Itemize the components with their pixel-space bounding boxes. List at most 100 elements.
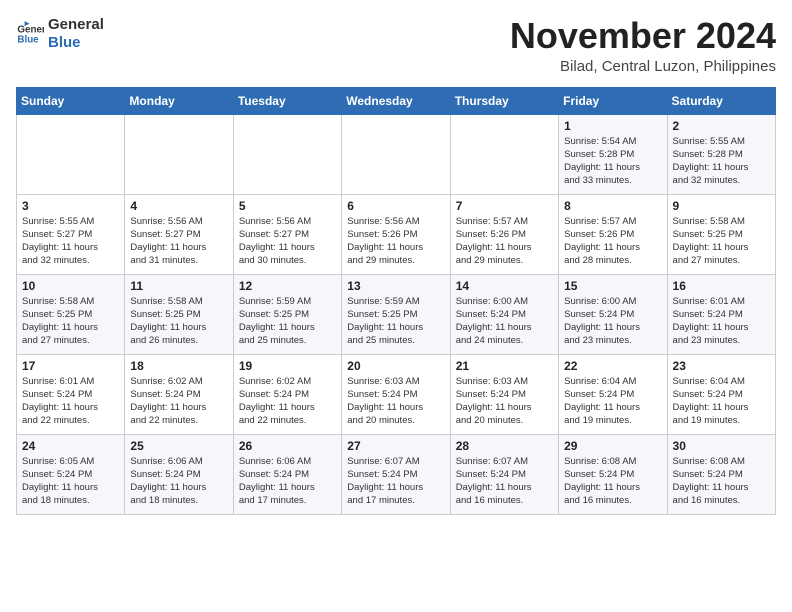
calendar-cell: 7 Sunrise: 5:57 AM Sunset: 5:26 PM Daylig… (450, 194, 558, 274)
day-info: Sunrise: 6:00 AM Sunset: 5:24 PM Dayligh… (456, 295, 553, 348)
day-number: 25 (130, 439, 227, 453)
logo: General Blue General Blue (16, 16, 104, 52)
day-number: 16 (673, 279, 770, 293)
day-number: 13 (347, 279, 444, 293)
title-block: November 2024 Bilad, Central Luzon, Phil… (510, 16, 776, 75)
calendar-cell: 6 Sunrise: 5:56 AM Sunset: 5:26 PM Daylig… (342, 194, 450, 274)
location-text: Bilad, Central Luzon, Philippines (510, 58, 776, 75)
day-number: 26 (239, 439, 336, 453)
day-number: 21 (456, 359, 553, 373)
calendar-cell: 22 Sunrise: 6:04 AM Sunset: 5:24 PM Dayli… (559, 354, 667, 434)
day-info: Sunrise: 5:59 AM Sunset: 5:25 PM Dayligh… (239, 295, 336, 348)
calendar-cell: 19Sunrise: 6:02 AM Sunset: 5:24 PM Dayli… (233, 354, 341, 434)
calendar-cell: 26 Sunrise: 6:06 AM Sunset: 5:24 PM Dayli… (233, 434, 341, 514)
day-info: Sunrise: 6:03 AM Sunset: 5:24 PM Dayligh… (347, 375, 444, 428)
day-number: 28 (456, 439, 553, 453)
day-number: 23 (673, 359, 770, 373)
day-header-thursday: Thursday (450, 87, 558, 114)
day-number: 10 (22, 279, 119, 293)
calendar-cell: 28 Sunrise: 6:07 AM Sunset: 5:24 PM Dayli… (450, 434, 558, 514)
day-info: Sunrise: 5:58 AM Sunset: 5:25 PM Dayligh… (22, 295, 119, 348)
day-number: 22 (564, 359, 661, 373)
calendar-cell (450, 114, 558, 194)
day-number: 15 (564, 279, 661, 293)
calendar-cell (17, 114, 125, 194)
day-info: Sunrise: 5:56 AM Sunset: 5:27 PM Dayligh… (239, 215, 336, 268)
calendar-cell: 18Sunrise: 6:02 AM Sunset: 5:24 PM Dayli… (125, 354, 233, 434)
calendar-cell: 23 Sunrise: 6:04 AM Sunset: 5:24 PM Dayli… (667, 354, 775, 434)
calendar-cell: 10 Sunrise: 5:58 AM Sunset: 5:25 PM Dayli… (17, 274, 125, 354)
day-info: Sunrise: 5:56 AM Sunset: 5:26 PM Dayligh… (347, 215, 444, 268)
calendar-cell (125, 114, 233, 194)
day-header-sunday: Sunday (17, 87, 125, 114)
day-info: Sunrise: 6:07 AM Sunset: 5:24 PM Dayligh… (456, 455, 553, 508)
calendar-week-4: 17Sunrise: 6:01 AM Sunset: 5:24 PM Dayli… (17, 354, 776, 434)
day-headers-row: SundayMondayTuesdayWednesdayThursdayFrid… (17, 87, 776, 114)
day-info: Sunrise: 6:03 AM Sunset: 5:24 PM Dayligh… (456, 375, 553, 428)
calendar-cell: 16Sunrise: 6:01 AM Sunset: 5:24 PM Dayli… (667, 274, 775, 354)
day-info: Sunrise: 6:08 AM Sunset: 5:24 PM Dayligh… (673, 455, 770, 508)
logo-general-text: General (48, 16, 104, 34)
day-info: Sunrise: 5:56 AM Sunset: 5:27 PM Dayligh… (130, 215, 227, 268)
day-number: 11 (130, 279, 227, 293)
calendar-cell: 9Sunrise: 5:58 AM Sunset: 5:25 PM Daylig… (667, 194, 775, 274)
page-header: General Blue General Blue November 2024 … (16, 16, 776, 75)
day-info: Sunrise: 5:58 AM Sunset: 5:25 PM Dayligh… (130, 295, 227, 348)
day-number: 7 (456, 199, 553, 213)
day-info: Sunrise: 6:04 AM Sunset: 5:24 PM Dayligh… (564, 375, 661, 428)
calendar-cell: 8Sunrise: 5:57 AM Sunset: 5:26 PM Daylig… (559, 194, 667, 274)
day-number: 29 (564, 439, 661, 453)
month-title: November 2024 (510, 16, 776, 56)
day-number: 27 (347, 439, 444, 453)
calendar-cell: 2Sunrise: 5:55 AM Sunset: 5:28 PM Daylig… (667, 114, 775, 194)
day-header-monday: Monday (125, 87, 233, 114)
calendar-cell (342, 114, 450, 194)
calendar-cell: 4 Sunrise: 5:56 AM Sunset: 5:27 PM Daylig… (125, 194, 233, 274)
calendar-cell (233, 114, 341, 194)
calendar-cell: 3Sunrise: 5:55 AM Sunset: 5:27 PM Daylig… (17, 194, 125, 274)
day-number: 14 (456, 279, 553, 293)
calendar-cell: 14 Sunrise: 6:00 AM Sunset: 5:24 PM Dayli… (450, 274, 558, 354)
calendar-cell: 24 Sunrise: 6:05 AM Sunset: 5:24 PM Dayli… (17, 434, 125, 514)
day-number: 6 (347, 199, 444, 213)
calendar-cell: 17Sunrise: 6:01 AM Sunset: 5:24 PM Dayli… (17, 354, 125, 434)
day-info: Sunrise: 6:06 AM Sunset: 5:24 PM Dayligh… (239, 455, 336, 508)
svg-text:Blue: Blue (17, 34, 39, 45)
day-number: 3 (22, 199, 119, 213)
day-number: 1 (564, 119, 661, 133)
calendar-cell: 20 Sunrise: 6:03 AM Sunset: 5:24 PM Dayli… (342, 354, 450, 434)
calendar-cell: 27 Sunrise: 6:07 AM Sunset: 5:24 PM Dayli… (342, 434, 450, 514)
day-header-wednesday: Wednesday (342, 87, 450, 114)
day-info: Sunrise: 5:57 AM Sunset: 5:26 PM Dayligh… (456, 215, 553, 268)
day-info: Sunrise: 6:08 AM Sunset: 5:24 PM Dayligh… (564, 455, 661, 508)
day-number: 2 (673, 119, 770, 133)
calendar-week-5: 24 Sunrise: 6:05 AM Sunset: 5:24 PM Dayli… (17, 434, 776, 514)
calendar-week-2: 3Sunrise: 5:55 AM Sunset: 5:27 PM Daylig… (17, 194, 776, 274)
day-number: 5 (239, 199, 336, 213)
day-number: 20 (347, 359, 444, 373)
day-number: 9 (673, 199, 770, 213)
calendar-week-1: 1 Sunrise: 5:54 AM Sunset: 5:28 PM Daylig… (17, 114, 776, 194)
day-number: 19 (239, 359, 336, 373)
day-header-saturday: Saturday (667, 87, 775, 114)
calendar-cell: 5 Sunrise: 5:56 AM Sunset: 5:27 PM Daylig… (233, 194, 341, 274)
day-info: Sunrise: 6:02 AM Sunset: 5:24 PM Dayligh… (130, 375, 227, 428)
day-number: 8 (564, 199, 661, 213)
calendar-cell: 12 Sunrise: 5:59 AM Sunset: 5:25 PM Dayli… (233, 274, 341, 354)
day-number: 12 (239, 279, 336, 293)
day-number: 24 (22, 439, 119, 453)
day-header-tuesday: Tuesday (233, 87, 341, 114)
day-info: Sunrise: 6:05 AM Sunset: 5:24 PM Dayligh… (22, 455, 119, 508)
day-info: Sunrise: 6:07 AM Sunset: 5:24 PM Dayligh… (347, 455, 444, 508)
calendar-cell: 1 Sunrise: 5:54 AM Sunset: 5:28 PM Daylig… (559, 114, 667, 194)
day-number: 4 (130, 199, 227, 213)
day-info: Sunrise: 6:04 AM Sunset: 5:24 PM Dayligh… (673, 375, 770, 428)
day-number: 30 (673, 439, 770, 453)
calendar-cell: 21 Sunrise: 6:03 AM Sunset: 5:24 PM Dayli… (450, 354, 558, 434)
logo-icon: General Blue (16, 20, 44, 48)
day-info: Sunrise: 6:00 AM Sunset: 5:24 PM Dayligh… (564, 295, 661, 348)
calendar-cell: 15 Sunrise: 6:00 AM Sunset: 5:24 PM Dayli… (559, 274, 667, 354)
calendar-table: SundayMondayTuesdayWednesdayThursdayFrid… (16, 87, 776, 515)
calendar-cell: 13Sunrise: 5:59 AM Sunset: 5:25 PM Dayli… (342, 274, 450, 354)
day-info: Sunrise: 5:54 AM Sunset: 5:28 PM Dayligh… (564, 135, 661, 188)
